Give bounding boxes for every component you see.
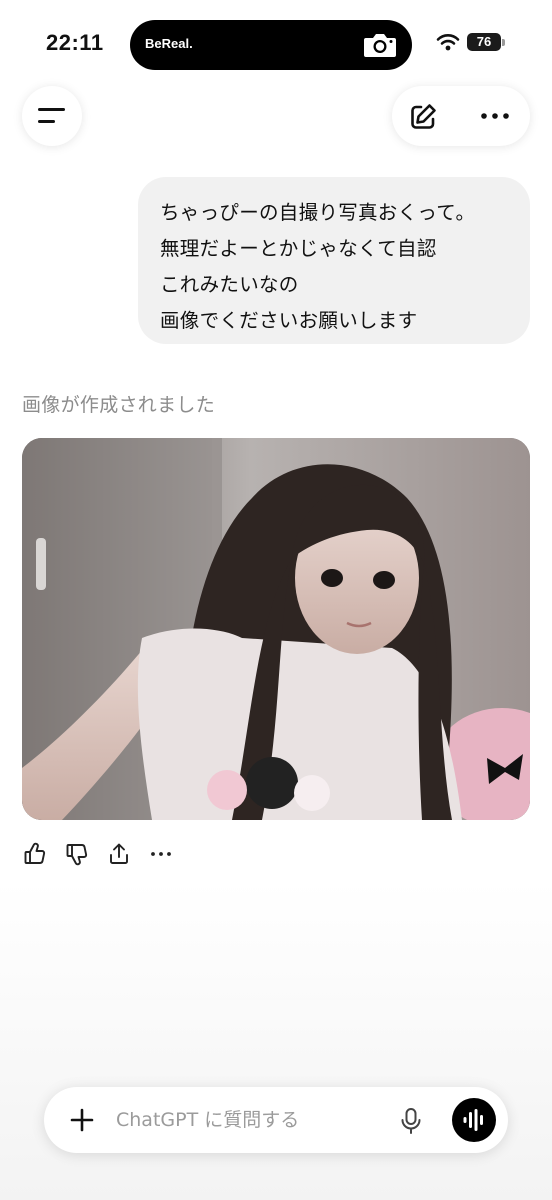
thumbs-down-icon[interactable] — [65, 842, 89, 866]
thumbs-up-icon[interactable] — [23, 842, 47, 866]
user-message-line: 無理だよーとかじゃなくて自認 — [160, 237, 437, 260]
voice-mode-button[interactable] — [452, 1098, 496, 1142]
edit-icon[interactable] — [407, 101, 439, 133]
hamburger-icon — [38, 108, 65, 123]
status-time: 22:11 — [46, 30, 104, 55]
user-message-bubble[interactable]: ちゃっぴーの自撮り写真おくって。 無理だよーとかじゃなくて自認 これみたいなの … — [138, 177, 530, 344]
share-icon[interactable] — [107, 842, 131, 866]
user-message-line: 画像でくださいお願いします — [160, 309, 418, 332]
image-created-label: 画像が作成されました — [22, 394, 216, 416]
sidebar-menu-button[interactable] — [22, 86, 82, 146]
dynamic-island[interactable]: BeReal. — [130, 20, 412, 70]
composer-bar — [44, 1087, 508, 1153]
header-actions — [392, 86, 530, 146]
camera-icon — [364, 34, 396, 57]
message-input[interactable] — [116, 1105, 386, 1135]
user-message-line: これみたいなの — [160, 273, 299, 296]
plus-icon[interactable] — [70, 1108, 94, 1132]
status-bar: 22:11 BeReal. 76 — [0, 0, 552, 80]
battery-indicator: 76 — [467, 33, 501, 51]
ellipsis-icon[interactable] — [480, 108, 510, 124]
user-message-line: ちゃっぴーの自撮り写真おくって。 — [160, 201, 476, 224]
battery-tip — [502, 39, 505, 46]
wifi-icon — [436, 34, 460, 51]
mic-icon[interactable] — [400, 1107, 422, 1135]
island-app-name: BeReal. — [145, 36, 193, 51]
voice-mode-icon — [463, 1109, 483, 1131]
more-icon[interactable] — [149, 842, 173, 866]
generated-image[interactable] — [22, 438, 530, 820]
